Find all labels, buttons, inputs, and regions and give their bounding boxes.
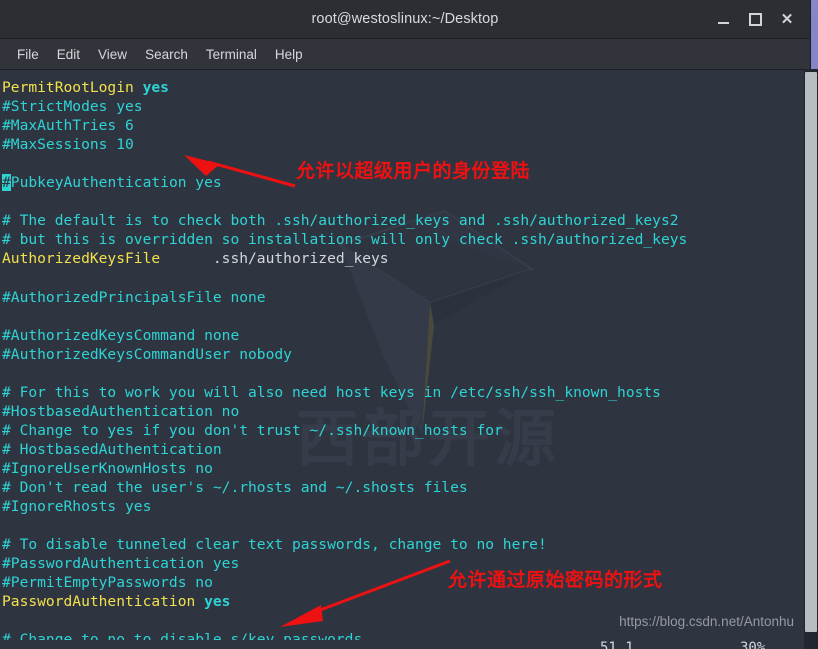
terminal-line: PermitRootLogin yes xyxy=(2,78,687,97)
terminal-window: root@westoslinux:~/Desktop ✕ File Edit V… xyxy=(0,0,810,649)
terminal-line: #StrictModes yes xyxy=(2,97,687,116)
terminal-line: #HostbasedAuthentication no xyxy=(2,402,687,421)
terminal-line: #AuthorizedKeysCommandUser nobody xyxy=(2,345,687,364)
terminal-line: #IgnoreRhosts yes xyxy=(2,497,687,516)
terminal-line: #AuthorizedKeysCommand none xyxy=(2,326,687,345)
close-button[interactable]: ✕ xyxy=(772,5,802,33)
terminal-span-key: PermitRootLogin xyxy=(2,79,143,96)
terminal-span-cmt: #AuthorizedKeysCommandUser nobody xyxy=(2,345,292,363)
terminal-span-cmt: #AuthorizedPrincipalsFile none xyxy=(2,288,266,306)
editor-statusline: 51,1 30% xyxy=(0,640,810,649)
terminal-text: PermitRootLogin yes #StrictModes yes #MaxA… xyxy=(0,70,687,649)
menubar: File Edit View Search Terminal Help xyxy=(0,39,810,70)
terminal-span-cmt: #PasswordAuthentication yes xyxy=(2,555,240,573)
terminal-span-cmt: #MaxSessions 10 xyxy=(2,136,134,154)
window-title: root@westoslinux:~/Desktop xyxy=(311,11,499,27)
menu-item-file[interactable]: File xyxy=(8,43,48,66)
terminal-span-cmt: # but this is overridden so installation… xyxy=(2,231,688,249)
terminal-line: PasswordAuthentication yes xyxy=(2,592,687,611)
terminal-line: #MaxSessions 10 xyxy=(2,135,687,154)
terminal-line: AuthorizedKeysFile .ssh/authorized_keys xyxy=(2,249,687,268)
terminal-span-cmt: #StrictModes yes xyxy=(2,98,143,116)
terminal-line: # Don't read the user's ~/.rhosts and ~/… xyxy=(2,478,687,497)
menu-item-search[interactable]: Search xyxy=(136,43,197,66)
terminal-span-cmt: #MaxAuthTries 6 xyxy=(2,117,134,135)
terminal-line: # Change to yes if you don't trust ~/.ss… xyxy=(2,421,687,440)
terminal-line: # but this is overridden so installation… xyxy=(2,230,687,249)
terminal-span-plain: .ssh/authorized_keys xyxy=(160,250,389,268)
maximize-icon xyxy=(748,12,762,26)
statusline-percent: 30% xyxy=(740,640,766,649)
terminal-line: #PermitEmptyPasswords no xyxy=(2,573,687,592)
menu-item-help[interactable]: Help xyxy=(266,43,312,66)
terminal-span-val: yes xyxy=(204,593,231,611)
terminal-content-area[interactable]: 西部开源 PermitRootLogin yes #StrictModes yes… xyxy=(0,70,810,649)
menu-item-edit[interactable]: Edit xyxy=(48,43,89,66)
terminal-span-cursor: # xyxy=(2,174,11,192)
terminal-span-cmt: # HostbasedAuthentication xyxy=(2,440,222,458)
terminal-line: #PasswordAuthentication yes xyxy=(2,554,687,573)
close-icon: ✕ xyxy=(780,10,794,28)
maximize-button[interactable] xyxy=(740,5,770,33)
terminal-span-cmt: #PermitEmptyPasswords no xyxy=(2,574,213,592)
terminal-span-key: AuthorizedKeysFile xyxy=(2,250,161,268)
terminal-span-cmt: PubkeyAuthentication yes xyxy=(10,174,222,192)
terminal-span-cmt: #HostbasedAuthentication no xyxy=(2,402,240,420)
terminal-span-cmt: # Change to yes if you don't trust ~/.ss… xyxy=(2,421,503,439)
minimize-button[interactable] xyxy=(708,5,738,33)
terminal-line: # To disable tunneled clear text passwor… xyxy=(2,535,687,554)
terminal-line: # HostbasedAuthentication xyxy=(2,440,687,459)
terminal-line: # The default is to check both .ssh/auth… xyxy=(2,211,687,230)
terminal-span-cmt: #AuthorizedKeysCommand none xyxy=(2,326,240,344)
terminal-span-cmt: #IgnoreUserKnownHosts no xyxy=(2,459,213,477)
minimize-icon xyxy=(717,21,729,24)
terminal-line: #IgnoreUserKnownHosts no xyxy=(2,459,687,478)
scrollbar-thumb[interactable] xyxy=(805,72,817,632)
terminal-line: #MaxAuthTries 6 xyxy=(2,116,687,135)
window-titlebar[interactable]: root@westoslinux:~/Desktop ✕ xyxy=(0,0,810,39)
terminal-span-cmt: #IgnoreRhosts yes xyxy=(2,498,152,516)
terminal-span-cmt: # Don't read the user's ~/.rhosts and ~/… xyxy=(2,478,468,496)
statusline-position: 51,1 xyxy=(600,640,634,649)
terminal-line: # For this to work you will also need ho… xyxy=(2,383,687,402)
terminal-span-cmt: # For this to work you will also need ho… xyxy=(2,383,661,401)
terminal-line: #PubkeyAuthentication yes xyxy=(2,173,687,192)
terminal-span-key: PasswordAuthentication xyxy=(2,593,205,611)
menu-item-view[interactable]: View xyxy=(89,43,136,66)
window-controls: ✕ xyxy=(708,0,802,38)
desktop-background: root@westoslinux:~/Desktop ✕ File Edit V… xyxy=(0,0,818,649)
terminal-span-val: yes xyxy=(142,79,169,96)
vertical-scrollbar[interactable] xyxy=(804,69,818,649)
terminal-span-cmt: # To disable tunneled clear text passwor… xyxy=(2,536,547,554)
terminal-line: #AuthorizedPrincipalsFile none xyxy=(2,288,687,307)
menu-item-terminal[interactable]: Terminal xyxy=(197,43,266,66)
terminal-span-cmt: # The default is to check both .ssh/auth… xyxy=(2,212,679,230)
